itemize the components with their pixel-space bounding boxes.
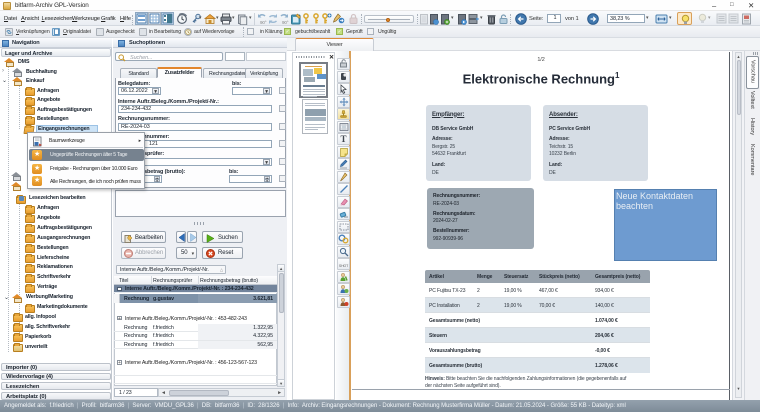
svg-text:90°: 90°	[260, 20, 267, 25]
svg-text:90°: 90°	[282, 20, 289, 25]
